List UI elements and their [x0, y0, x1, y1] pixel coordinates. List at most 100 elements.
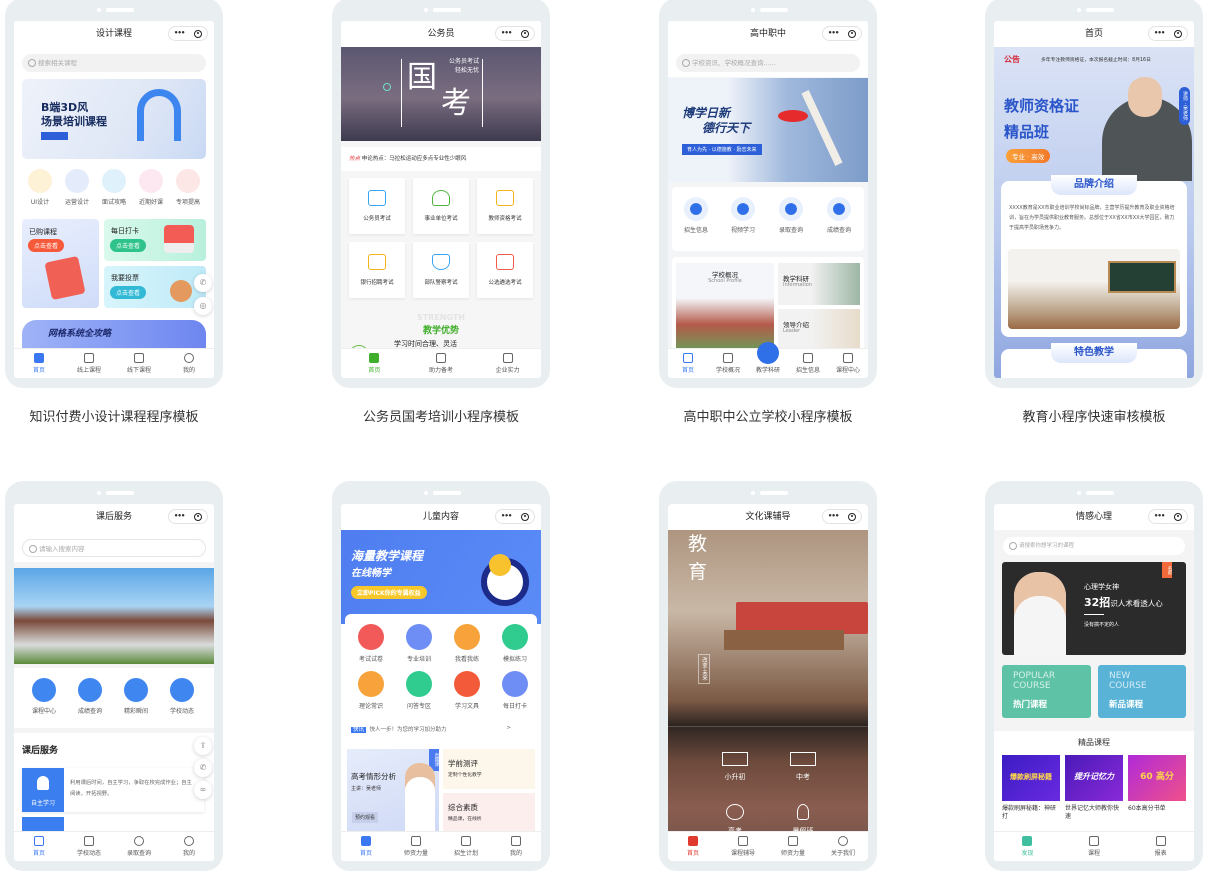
banner[interactable]: 博学日新 德行天下 育人为先 · 以德施教 · 励志未来 — [668, 78, 868, 182]
search-input[interactable]: 搜索相关课程 — [22, 54, 206, 72]
tab-faculty[interactable]: 师资力量 — [391, 832, 441, 861]
category-interview[interactable]: 面试攻略 — [94, 169, 134, 206]
quick-admissions[interactable]: 招生信息 — [676, 197, 716, 234]
vote-card[interactable]: 我要投票 点击查看 — [104, 266, 206, 308]
more-icon[interactable]: ••• — [828, 27, 839, 40]
tab-mine[interactable]: 我的 — [491, 832, 541, 861]
category-middle-exam[interactable]: 中考 — [778, 752, 828, 782]
feature-exam-paper[interactable]: 考试试卷 — [349, 624, 393, 663]
quick-moments[interactable]: 精彩瞬间 — [116, 678, 156, 715]
tab-mine[interactable]: 我的 — [164, 349, 214, 378]
quick-scores[interactable]: 成绩查询 — [70, 678, 110, 715]
tab-company[interactable]: 企业实力 — [474, 349, 541, 378]
template-card-high-school[interactable]: 高中职中 ••• 学校资讯、学校概况查询...... 博学日新 德行天下 育人为先… — [659, 0, 877, 388]
exam-bank[interactable]: 银行招聘考试 — [349, 242, 405, 298]
category-hot[interactable]: 近期好课 — [131, 169, 171, 206]
quick-video[interactable]: 视频学习 — [723, 197, 763, 234]
school-profile-card[interactable]: 学校概况 School Profile — [676, 263, 774, 351]
share-icon[interactable]: ⇪ — [194, 737, 212, 755]
capsule-menu[interactable]: ••• — [495, 509, 535, 524]
exam-teacher[interactable]: 教师资格考试 — [477, 178, 533, 234]
search-input[interactable]: 学校资讯、学校概况查询...... — [676, 54, 860, 72]
leadership-card[interactable]: 领导介绍 Leader — [778, 309, 860, 351]
tab-school-news[interactable]: 学校动态 — [64, 832, 114, 861]
tab-enrollment-query[interactable]: 录取查询 — [114, 832, 164, 861]
tab-home[interactable]: 首页 — [14, 349, 64, 378]
capsule-menu[interactable]: ••• — [168, 509, 208, 524]
tab-courses[interactable]: 课程 — [1061, 832, 1128, 861]
notice-text[interactable]: 多年专注教师资格证，本次报名截止时间：8月16日 — [1041, 56, 1151, 63]
category-primary-to-middle[interactable]: 小升初 — [710, 752, 760, 782]
banner[interactable]: 海量教学课程 在线畅学 立即PICK你的专属权益 — [341, 528, 541, 624]
template-card-tutoring[interactable]: 文化课辅导 ••• 教育 改变·未来 小升初 中考 高考 暑假班 首页 课程辅导… — [659, 481, 877, 871]
template-card-psychology[interactable]: 情感心理 ••• 请搜索你想学习的课程 名师 心理学女神 32招识人术看透人心 … — [985, 481, 1203, 871]
capsule-menu[interactable]: ••• — [822, 509, 862, 524]
tab-course-center[interactable]: 课程中心 — [828, 349, 868, 378]
template-caption[interactable]: 高中职中公立学校小程序模板 — [638, 406, 898, 425]
live-course-card[interactable]: 直播课 高考情形分析 主讲：吴老师 预约观看 — [347, 749, 439, 833]
category-ui[interactable]: UI设计 — [20, 169, 60, 206]
exam-institution[interactable]: 事业单位考试 — [413, 178, 469, 234]
banner[interactable]: 国 考 公务员考试 轻松无忧 — [341, 45, 541, 141]
more-icon[interactable]: ••• — [174, 510, 185, 523]
headset-icon[interactable]: ◎ — [194, 297, 212, 315]
template-card-design-course[interactable]: 设计课程 ••• 搜索相关课程 B端3D风 场景培训课程 UI设计 运营设计 面试… — [5, 0, 223, 388]
tab-mine[interactable]: 我的 — [164, 832, 214, 861]
tab-home[interactable]: 首页 — [14, 832, 64, 861]
banner[interactable]: 名师 心理学女神 32招识人术看透人心 没有搞不定的人 — [1002, 562, 1186, 655]
template-card-education-fast[interactable]: 首页 ••• 公告 多年专注教师资格证，本次报名截止时间：8月16日 教师资格证… — [985, 0, 1203, 388]
exam-civil[interactable]: 公务员考试 — [349, 178, 405, 234]
popular-course-card[interactable]: POPULAR COURSE 热门课程 — [1002, 665, 1091, 718]
tab-online-course[interactable]: 线上课程 — [64, 349, 114, 378]
tab-home[interactable]: 首页 — [341, 349, 408, 378]
category-special[interactable]: 专项提高 — [168, 169, 208, 206]
tab-course-tutoring[interactable]: 课程辅导 — [718, 832, 768, 861]
tab-home[interactable]: 首页 — [341, 832, 391, 861]
feature-theory[interactable]: 理论常识 — [349, 671, 393, 710]
feature-qa[interactable]: 问答专区 — [397, 671, 441, 710]
more-icon[interactable]: ••• — [1154, 27, 1165, 40]
tab-offline-course[interactable]: 线下课程 — [114, 349, 164, 378]
close-record-icon[interactable] — [848, 512, 857, 521]
close-record-icon[interactable] — [1174, 512, 1183, 521]
tab-discover[interactable]: 发现 — [994, 832, 1061, 861]
course-item[interactable]: 提升记忆力 世界记忆大师教你快速 — [1065, 755, 1123, 820]
feature-checkin[interactable]: 每日打卡 — [493, 671, 537, 710]
template-card-civil-service[interactable]: 公务员 ••• 国 考 公务员考试 轻松无忧 热点 申论热点：马拉松运动应多点专业… — [332, 0, 550, 388]
tab-about[interactable]: 关于我们 — [818, 832, 868, 861]
pre-assessment-card[interactable]: 学前测评 定制个性化教学 — [443, 749, 535, 789]
link-icon[interactable]: ∞ — [194, 781, 212, 799]
tab-home[interactable]: 首页 — [668, 832, 718, 861]
quick-enrollment[interactable]: 录取查询 — [771, 197, 811, 234]
feature-training[interactable]: 专业培训 — [397, 624, 441, 663]
feature-mock[interactable]: 模拟练习 — [493, 624, 537, 663]
phone-icon[interactable]: ✆ — [194, 759, 212, 777]
template-caption[interactable]: 教育小程序快速审核模板 — [964, 406, 1213, 425]
phone-icon[interactable]: ✆ — [194, 274, 212, 292]
quick-news[interactable]: 学校动态 — [162, 678, 202, 715]
capsule-menu[interactable]: ••• — [1148, 509, 1188, 524]
capsule-menu[interactable]: ••• — [822, 26, 862, 41]
template-caption[interactable]: 公务员国考培训小程序模板 — [311, 406, 571, 425]
feature-practice[interactable]: 我看我练 — [445, 624, 489, 663]
news-bar[interactable]: 快讯 快人一步！为您的学习加分助力 > — [351, 725, 531, 733]
tab-home[interactable]: 首页 — [668, 349, 708, 378]
close-record-icon[interactable] — [1174, 29, 1183, 38]
course-item[interactable]: 爆款刷屏秘籍 爆款刷屏秘籍：神研打 — [1002, 755, 1060, 820]
tab-faculty[interactable]: 师资力量 — [768, 832, 818, 861]
exam-police[interactable]: 部队警察考试 — [413, 242, 469, 298]
graduation-cap-icon[interactable] — [757, 342, 779, 364]
tab-school-overview[interactable]: 学校概况 — [708, 349, 748, 378]
tab-report[interactable]: 报表 — [1127, 832, 1194, 861]
new-course-card[interactable]: NEW COURSE 新品课程 — [1098, 665, 1186, 718]
banner-button[interactable] — [41, 132, 68, 140]
category-operations[interactable]: 运营设计 — [57, 169, 97, 206]
tab-admissions[interactable]: 招生信息 — [788, 349, 828, 378]
purchased-courses-card[interactable]: 已购课程 点击查看 — [22, 219, 99, 308]
template-card-after-school[interactable]: 课后服务 ••• 请输入搜索内容 课程中心 成绩查询 精彩瞬间 学校动态 课后服… — [5, 481, 223, 871]
close-record-icon[interactable] — [521, 512, 530, 521]
search-input[interactable]: 请输入搜索内容 — [22, 539, 206, 557]
more-icon[interactable]: ••• — [501, 27, 512, 40]
capsule-menu[interactable]: ••• — [495, 26, 535, 41]
banner[interactable]: B端3D风 场景培训课程 — [22, 79, 206, 159]
